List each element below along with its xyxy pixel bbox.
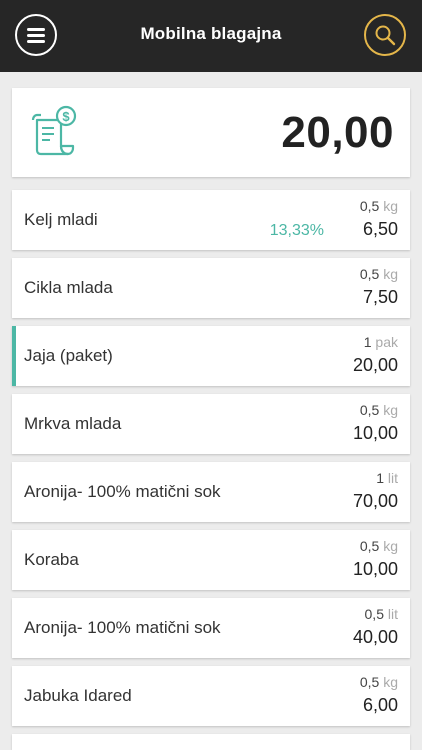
item-price: 7,50 [362,287,398,307]
item-price: 70,00 [352,491,398,511]
receipt-dollar-icon: $ [31,105,77,156]
item-unit: kg [383,402,398,418]
search-button[interactable] [364,14,406,56]
item-unit: lit [387,606,398,622]
total-card: $ 20,00 [12,88,410,177]
search-icon [375,25,396,46]
item-qty-value: 0,5 [359,266,380,282]
svg-text:$: $ [62,109,70,124]
list-item[interactable]: Koraba 0,5 kg 10,00 [12,530,410,590]
item-name: Jaja (paket) [24,346,113,365]
item-quantity: 0,5 lit [365,606,398,622]
total-amount: 20,00 [281,108,394,157]
item-name: Koraba [24,550,79,569]
item-price: 6,50 [362,219,398,239]
item-quantity: 0,5 kg [360,674,398,690]
item-name: Cikla mlada [24,278,113,297]
item-quantity: 1 lit [376,470,398,486]
item-unit: kg [383,266,398,282]
item-quantity: 0,5 kg [360,402,398,418]
list-item[interactable]: Jabuka Idared 0,5 kg 6,00 [12,666,410,726]
item-qty-value: 0,5 [364,606,384,622]
list-item[interactable]: Aronija- 100% matični sok 1 lit 70,00 [12,462,410,522]
item-name: Aronija- 100% matični sok [24,482,221,501]
list-item[interactable]: Aronija- 100% matični sok 0,5 lit 40,00 [12,598,410,658]
item-price: 10,00 [352,559,398,579]
item-name: Kelj mladi [24,210,98,229]
item-price: 20,00 [352,355,398,375]
item-name: Jabuka Idared [24,686,132,705]
item-quantity: 0,5 kg [360,538,398,554]
item-name: Aronija- 100% matični sok [24,618,221,637]
item-price: 6,00 [362,695,398,715]
list-item[interactable]: Cikla mlada 0,5 kg 7,50 [12,258,410,318]
item-qty-value: 0,5 [359,198,380,214]
item-qty-value: 1 [363,334,372,350]
item-unit: kg [383,538,398,554]
item-unit: pak [375,334,398,350]
item-qty-value: 0,5 [359,402,380,418]
item-unit: lit [387,470,398,486]
item-discount: 13,33% [269,222,324,239]
item-quantity: 1 pak [364,334,398,350]
list-item[interactable]: Kelj mladi 13,33% 0,5 kg 6,50 [12,190,410,250]
item-qty-value: 0,5 [359,674,380,690]
item-unit: kg [383,674,398,690]
item-quantity: 0,5 kg [360,266,398,282]
item-qty-value: 0,5 [359,538,380,554]
item-quantity: 0,5 kg [360,198,398,214]
app-header: Mobilna blagajna [0,0,422,72]
list-item-partial[interactable] [12,734,410,750]
item-unit: kg [383,198,398,214]
item-qty-value: 1 [376,470,384,486]
item-price: 40,00 [352,627,398,647]
page-title: Mobilna blagajna [140,24,282,43]
list-item[interactable]: Mrkva mlada 0,5 kg 10,00 [12,394,410,454]
item-price: 10,00 [352,423,398,443]
item-name: Mrkva mlada [24,414,122,433]
list-item-selected[interactable]: Jaja (paket) 1 pak 20,00 [12,326,410,386]
